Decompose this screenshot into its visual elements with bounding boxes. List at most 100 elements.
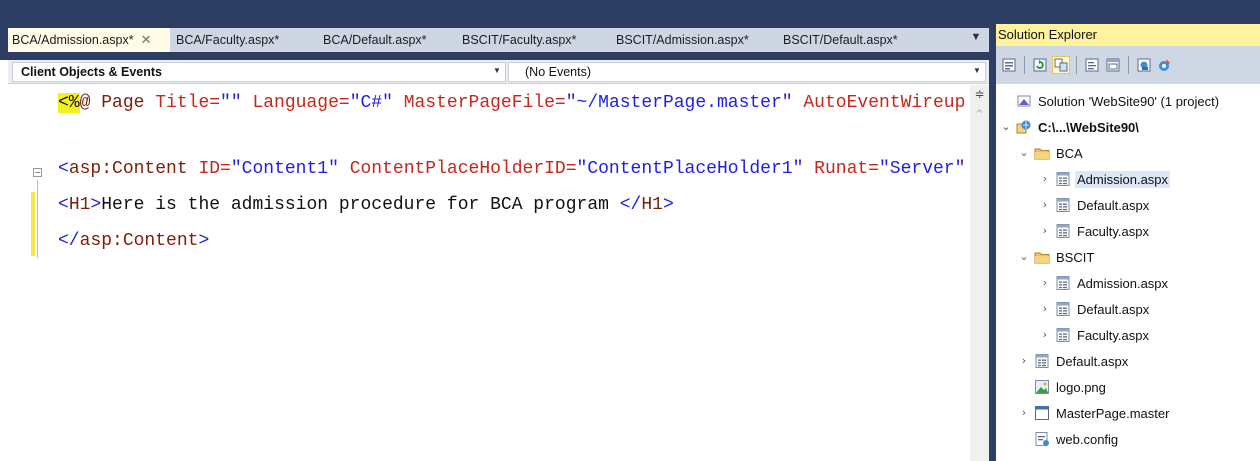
code-token: </: [58, 231, 80, 251]
tree-node-label: MasterPage.master: [1056, 405, 1170, 421]
scroll-up-icon[interactable]: ^: [970, 109, 989, 127]
tree-node[interactable]: Faculty.aspx: [1055, 322, 1151, 348]
tree-node-label: web.config: [1056, 431, 1119, 447]
events-dropdown[interactable]: (No Events) ▼: [508, 62, 986, 82]
aspx-file-icon: [1055, 171, 1071, 187]
code-token: Runat=: [803, 159, 879, 179]
config-file-icon: [1034, 431, 1050, 447]
properties-icon[interactable]: [1000, 56, 1018, 74]
indicator-margin: [8, 85, 30, 461]
code-token: H1: [68, 195, 91, 215]
tree-node[interactable]: C:\...\WebSite90\: [1016, 114, 1141, 140]
aspx-file-icon: [1055, 223, 1071, 239]
tree-node[interactable]: MasterPage.master: [1034, 400, 1171, 426]
tab-list-dropdown-icon[interactable]: ▼: [969, 31, 983, 49]
expand-arrow-icon[interactable]: ›: [1039, 328, 1051, 342]
expand-arrow-icon[interactable]: ›: [1039, 276, 1051, 290]
expand-arrow-icon[interactable]: ›: [1018, 406, 1030, 420]
tab-bscit-default[interactable]: BSCIT/Default.aspx*: [774, 28, 954, 52]
outline-guide: [37, 180, 38, 258]
code-token: AutoEventWireup: [792, 93, 966, 113]
view-code-icon[interactable]: [1083, 56, 1101, 74]
change-tracking-marker: [31, 192, 35, 256]
tab-bca-faculty[interactable]: BCA/Faculty.aspx*: [170, 28, 313, 52]
tree-node[interactable]: BCA: [1034, 140, 1085, 166]
combo-value: Client Objects & Events: [21, 65, 163, 79]
solution-icon: [1016, 93, 1032, 109]
toolbar-separator: [1128, 56, 1129, 74]
code-line: <H1>Here is the admission procedure for …: [58, 193, 674, 217]
tab-label: BCA/Default.aspx*: [323, 33, 427, 47]
code-token: Language=: [241, 93, 350, 113]
tree-node[interactable]: web.config: [1034, 426, 1120, 452]
expand-arrow-icon[interactable]: ›: [1039, 224, 1051, 238]
tree-node-label: BCA: [1056, 145, 1083, 161]
tree-node-label: C:\...\WebSite90\: [1038, 119, 1139, 135]
tree-node[interactable]: Faculty.aspx: [1055, 218, 1151, 244]
code-token: Title=: [155, 93, 221, 113]
tree-node-label: Admission.aspx: [1077, 275, 1169, 291]
panel-chrome: [996, 0, 1260, 24]
chevron-down-icon: ▼: [973, 66, 981, 75]
panel-splitter[interactable]: [989, 0, 996, 461]
tree-node[interactable]: Admission.aspx: [1055, 166, 1171, 192]
tree-node[interactable]: Default.aspx: [1055, 192, 1151, 218]
nest-files-icon[interactable]: [1052, 56, 1070, 74]
chevron-down-icon: ▼: [493, 66, 501, 75]
tree-node[interactable]: Solution 'WebSite90' (1 project): [1016, 88, 1221, 114]
close-icon[interactable]: ✕: [141, 32, 152, 48]
code-token: asp:Content: [79, 231, 199, 251]
tree-node-label: Default.aspx: [1077, 197, 1150, 213]
tree-node-label: Default.aspx: [1077, 301, 1150, 317]
code-editor-window: BCA/Admission.aspx* ✕ BCA/Faculty.aspx* …: [0, 0, 989, 461]
tree-node[interactable]: Default.aspx: [1034, 348, 1130, 374]
tree-node[interactable]: Admission.aspx: [1055, 270, 1170, 296]
tab-bca-default[interactable]: BCA/Default.aspx*: [313, 28, 447, 52]
tab-label: BCA/Admission.aspx*: [12, 33, 134, 47]
tree-node-label: BSCIT: [1056, 249, 1095, 265]
splitter-icon[interactable]: ≑: [970, 85, 989, 105]
code-token: "~/MasterPage.master": [565, 93, 793, 113]
expand-arrow-icon[interactable]: ›: [1039, 302, 1051, 316]
folder-icon: [1034, 249, 1050, 265]
code-token: Here is the admission procedure for BCA …: [101, 195, 620, 215]
aspx-file-icon: [1055, 301, 1071, 317]
code-token: >: [90, 195, 102, 215]
tree-node-label: Faculty.aspx: [1077, 223, 1150, 239]
navigation-bar: Client Objects & Events ▼ (No Events) ▼: [8, 60, 989, 84]
aspx-file-icon: [1034, 353, 1050, 369]
tab-bscit-faculty[interactable]: BSCIT/Faculty.aspx*: [447, 28, 604, 52]
tree-node-label: Faculty.aspx: [1077, 327, 1150, 343]
tree-node[interactable]: logo.png: [1034, 374, 1108, 400]
aspnet-config-icon[interactable]: [1156, 56, 1174, 74]
solution-explorer-panel: Solution Explorer Solution 'WebSite90' (…: [996, 0, 1260, 461]
expand-arrow-icon[interactable]: ›: [1039, 198, 1051, 212]
copy-website-icon[interactable]: [1135, 56, 1153, 74]
collapse-arrow-icon[interactable]: ⌄: [1000, 120, 1012, 134]
collapse-arrow-icon[interactable]: ⌄: [1018, 250, 1030, 264]
client-objects-dropdown[interactable]: Client Objects & Events ▼: [12, 62, 506, 82]
code-token: "Content1": [230, 159, 339, 179]
code-token: "Server": [879, 159, 966, 179]
refresh-icon[interactable]: [1031, 56, 1049, 74]
expand-arrow-icon[interactable]: ›: [1039, 172, 1051, 186]
expand-arrow-icon[interactable]: ›: [1018, 354, 1030, 368]
code-line: <asp:Content ID="Content1" ContentPlaceH…: [58, 157, 965, 181]
aspx-file-icon: [1055, 327, 1071, 343]
view-designer-icon[interactable]: [1104, 56, 1122, 74]
code-token: ID=: [187, 159, 231, 179]
code-token: @ Page: [79, 93, 156, 113]
vertical-scrollbar[interactable]: ≑ ^: [970, 85, 989, 461]
tree-node[interactable]: Default.aspx: [1055, 296, 1151, 322]
collapse-arrow-icon[interactable]: ⌄: [1018, 146, 1030, 160]
tree-node[interactable]: BSCIT: [1034, 244, 1096, 270]
tab-bca-admission[interactable]: BCA/Admission.aspx* ✕: [8, 28, 170, 52]
code-line: <%@ Page Title="" Language="C#" MasterPa…: [58, 91, 965, 115]
outline-collapse-icon[interactable]: −: [33, 168, 42, 177]
toolbar-separator: [1076, 56, 1077, 74]
folder-icon: [1034, 145, 1050, 161]
tab-bscit-admission[interactable]: BSCIT/Admission.aspx*: [604, 28, 774, 52]
code-text-area[interactable]: <%@ Page Title="" Language="C#" MasterPa…: [8, 85, 989, 461]
tree-node-label: Default.aspx: [1056, 353, 1129, 369]
code-line: </asp:Content>: [58, 229, 209, 253]
